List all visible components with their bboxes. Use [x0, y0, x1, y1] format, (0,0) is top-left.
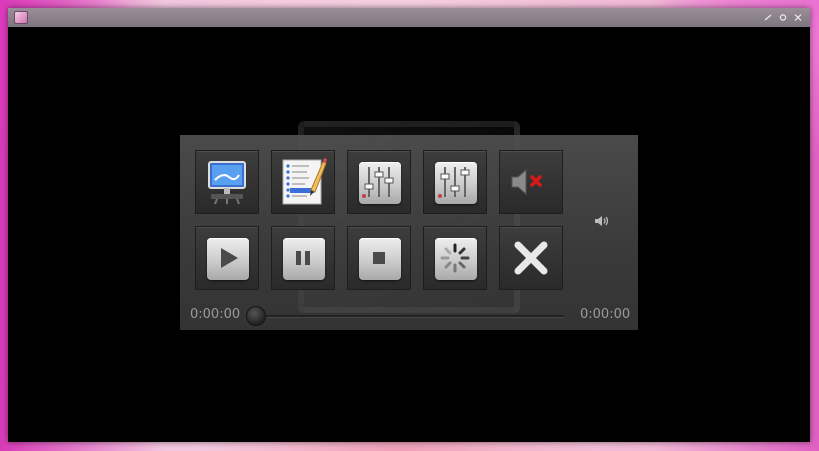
- close-player-button[interactable]: [499, 226, 563, 290]
- elapsed-time: 0:00:00: [190, 307, 241, 322]
- video-area[interactable]: 0:00:00 0:00:00: [8, 27, 810, 442]
- equalizer-button[interactable]: [347, 150, 411, 214]
- seek-handle[interactable]: [246, 306, 266, 326]
- minimize-icon[interactable]: [762, 11, 774, 24]
- sliders-icon: [438, 167, 470, 198]
- pause-button[interactable]: [271, 226, 335, 290]
- stop-icon: [373, 252, 385, 264]
- spinner-icon: [440, 243, 470, 273]
- loading-button[interactable]: [423, 226, 487, 290]
- title-bar[interactable]: [8, 8, 810, 27]
- speaker-volume-icon[interactable]: [592, 211, 612, 231]
- playlist-pen-icon: [282, 158, 327, 205]
- settings-sliders-button[interactable]: [423, 150, 487, 214]
- mute-button[interactable]: [499, 150, 563, 214]
- close-x-icon: [514, 241, 548, 275]
- equalizer-sliders-icon: [362, 167, 394, 198]
- seek-track[interactable]: [252, 315, 564, 317]
- close-icon[interactable]: [792, 11, 804, 24]
- display-button[interactable]: [195, 150, 259, 214]
- pause-icon: [296, 251, 310, 265]
- play-icon: [221, 248, 238, 268]
- speaker-muted-icon: [511, 168, 542, 196]
- controls-panel: 0:00:00 0:00:00: [180, 121, 638, 330]
- player-window: 0:00:00 0:00:00: [8, 8, 810, 442]
- stop-button[interactable]: [347, 226, 411, 290]
- maximize-icon[interactable]: [777, 11, 789, 24]
- play-button[interactable]: [195, 226, 259, 290]
- monitor-icon: [208, 161, 246, 205]
- playlist-button[interactable]: [271, 150, 335, 214]
- app-icon: [14, 11, 28, 24]
- total-time: 0:00:00: [580, 307, 631, 322]
